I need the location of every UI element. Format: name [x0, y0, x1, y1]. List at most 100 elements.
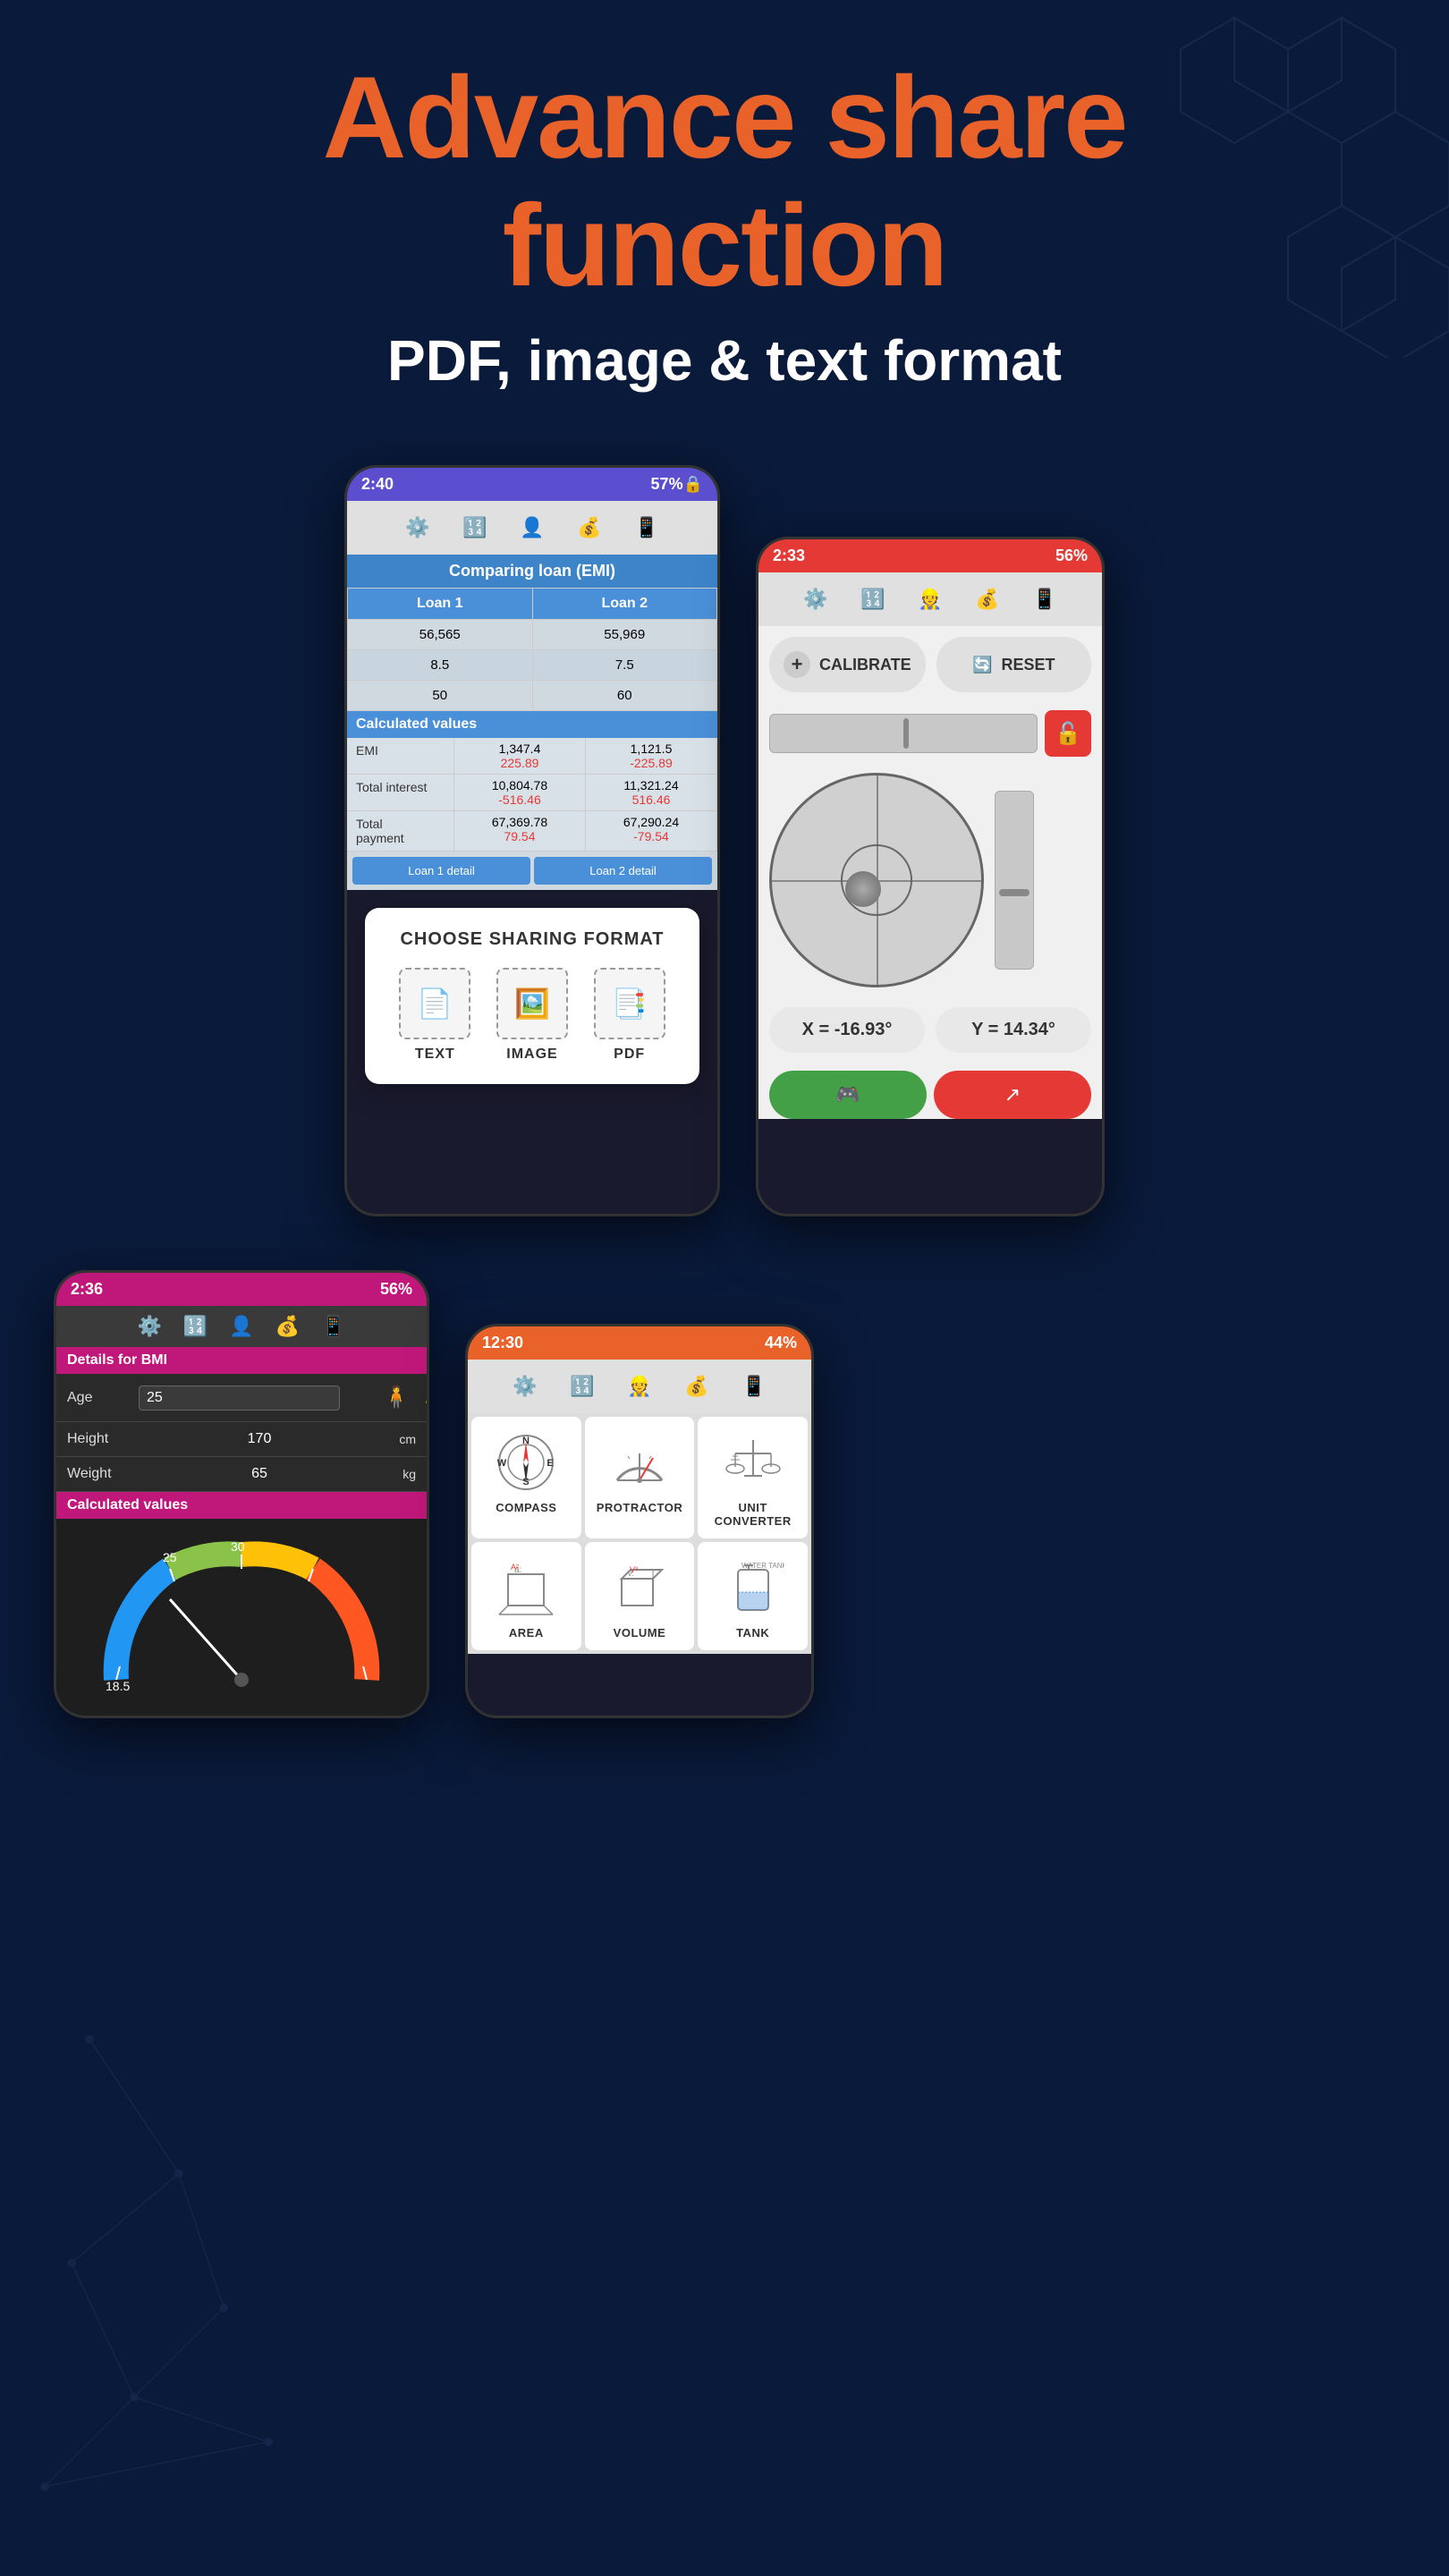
svg-text:V³: V³	[630, 1565, 638, 1574]
share-icon: ↗	[1004, 1083, 1021, 1106]
protractor-icon	[604, 1431, 675, 1494]
area-icon: a: A²	[490, 1556, 562, 1619]
person-icon-cal[interactable]: 👷	[912, 581, 948, 617]
weight-label: Weight	[67, 1466, 139, 1482]
phone-icon-tools[interactable]: 📱	[736, 1368, 772, 1404]
loan2-val1: 55,969	[532, 620, 717, 650]
share-action-button[interactable]: ↗	[934, 1071, 1091, 1119]
bmi-nav: ⚙️ 🔢 👤 💰 📱	[56, 1306, 427, 1347]
bag-icon-tools[interactable]: 💰	[679, 1368, 715, 1404]
person-icon-tools[interactable]: 👷	[622, 1368, 657, 1404]
interest-val2: 11,321.24 516.46	[586, 775, 717, 810]
gear-icon-bmi[interactable]: ⚙️	[137, 1315, 161, 1338]
person-icon-bmi[interactable]: 👤	[229, 1315, 253, 1338]
loan1-val3: 50	[348, 681, 533, 711]
height-label: Height	[67, 1431, 139, 1447]
phone-nav-emi: ⚙️ 🔢 👤 💰 📱	[347, 501, 717, 555]
person-silhouette: 🧍	[383, 1385, 410, 1411]
table-header-loan1: Loan 1	[348, 589, 533, 620]
age-label: Age	[67, 1390, 139, 1406]
weight-unit: kg	[380, 1467, 416, 1481]
game-icon: 🎮	[835, 1083, 860, 1106]
phone-icon-cal[interactable]: 📱	[1027, 581, 1063, 617]
time-bmi: 2:36	[71, 1280, 103, 1299]
share-option-image[interactable]: 🖼️ IMAGE	[496, 968, 568, 1063]
payment-val2: 67,290.24 -79.54	[586, 811, 717, 851]
gear-icon[interactable]: ⚙️	[400, 510, 436, 546]
game-button[interactable]: 🎮	[769, 1071, 927, 1119]
payment-label: Totalpayment	[347, 811, 454, 851]
calibrate-buttons: + CALIBRATE 🔄 RESET	[758, 626, 1102, 703]
table-row: 8.5 7.5	[348, 650, 717, 681]
share-dialog-title: CHOOSE SHARING FORMAT	[386, 929, 678, 950]
phone-nav-calibrate: ⚙️ 🔢 👷 💰 📱	[758, 572, 1102, 626]
bag-icon-cal[interactable]: 💰	[970, 581, 1005, 617]
table-row: 56,565 55,969	[348, 620, 717, 650]
vertical-level	[995, 791, 1034, 970]
compass-label: COMPASS	[496, 1501, 556, 1514]
reset-icon: 🔄	[972, 656, 992, 674]
calc-icon[interactable]: 🔢	[457, 510, 493, 546]
area-label: AREA	[509, 1626, 544, 1640]
share-options: 📄 TEXT 🖼️ IMAGE 📑 PDF	[386, 968, 678, 1063]
person-pink: 🧍‍♀️	[417, 1383, 429, 1412]
status-bar-emi: 2:40 57%🔒	[347, 468, 717, 501]
level-bar-container: 🔓	[758, 703, 1102, 764]
tools-nav: ⚙️ 🔢 👷 💰 📱	[468, 1360, 811, 1413]
sub-title: PDF, image & text format	[72, 327, 1377, 394]
calc-icon-bmi[interactable]: 🔢	[183, 1315, 208, 1338]
battery-calibrate: 56%	[1055, 547, 1088, 565]
emi-val2: 1,121.5 -225.89	[586, 738, 717, 774]
volume-icon: v: V³	[604, 1556, 675, 1619]
interest-val1: 10,804.78 -516.46	[454, 775, 586, 810]
calc-icon-tools[interactable]: 🔢	[564, 1368, 600, 1404]
tool-area[interactable]: a: A² AREA	[471, 1542, 581, 1650]
phone-icon-bmi[interactable]: 📱	[321, 1315, 345, 1338]
bag-icon[interactable]: 💰	[572, 510, 607, 546]
share-dialog: CHOOSE SHARING FORMAT 📄 TEXT 🖼️ IMAGE 📑 …	[365, 908, 699, 1084]
loan1-val1: 56,565	[348, 620, 533, 650]
xy-display: X = -16.93° Y = 14.34°	[758, 996, 1102, 1063]
calc-row-emi: EMI 1,347.4 225.89 1,121.5 -225.89	[347, 738, 717, 775]
protractor-label: PROTRACTOR	[597, 1501, 682, 1514]
age-input[interactable]	[139, 1385, 340, 1411]
bmi-details-header: Details for BMI	[56, 1347, 427, 1374]
lock-button[interactable]: 🔓	[1045, 710, 1091, 757]
share-option-pdf[interactable]: 📑 PDF	[594, 968, 665, 1063]
svg-text:18.5: 18.5	[106, 1679, 130, 1693]
calibrate-button[interactable]: + CALIBRATE	[769, 637, 926, 692]
loan2-detail-button[interactable]: Loan 2 detail	[534, 857, 712, 885]
phones-row-1: 2:40 57%🔒 ⚙️ 🔢 👤 💰 📱 Comparing loan (EMI…	[0, 429, 1449, 1252]
phone-icon[interactable]: 📱	[629, 510, 665, 546]
tool-compass[interactable]: N S W E COMPASS	[471, 1417, 581, 1538]
height-value: 170	[139, 1431, 380, 1447]
share-option-text[interactable]: 📄 TEXT	[399, 968, 470, 1063]
calibrate-screen: + CALIBRATE 🔄 RESET 🔓	[758, 626, 1102, 1119]
pdf-label: PDF	[614, 1046, 645, 1063]
bmi-weight-row: Weight 65 kg	[56, 1457, 427, 1492]
loan1-detail-button[interactable]: Loan 1 detail	[352, 857, 530, 885]
bmi-calc-header: Calculated values	[56, 1492, 427, 1519]
svg-text:W: W	[497, 1458, 507, 1469]
person-icon[interactable]: 👤	[514, 510, 550, 546]
time-tools: 12:30	[482, 1334, 523, 1352]
tool-volume[interactable]: v: V³ VOLUME	[585, 1542, 695, 1650]
bottom-action-bar: 🎮 ↗	[769, 1071, 1091, 1119]
loan1-val2: 8.5	[348, 650, 533, 681]
reset-button[interactable]: 🔄 RESET	[936, 637, 1091, 692]
tool-unit-converter[interactable]: UNIT CONVERTER	[698, 1417, 808, 1538]
tool-tank[interactable]: WATER TANK TANK	[698, 1542, 808, 1650]
pdf-icon: 📑	[594, 968, 665, 1039]
phone-calibrate: 2:33 56% ⚙️ 🔢 👷 💰 📱 + CALIBRATE 🔄 RESET	[756, 537, 1105, 1216]
emi-label: EMI	[347, 738, 454, 774]
tool-protractor[interactable]: PROTRACTOR	[585, 1417, 695, 1538]
calc-icon-cal[interactable]: 🔢	[855, 581, 891, 617]
svg-text:25: 25	[163, 1550, 177, 1564]
gear-icon-tools[interactable]: ⚙️	[507, 1368, 543, 1404]
svg-text:E: E	[547, 1458, 554, 1469]
unit-converter-label: UNIT CONVERTER	[705, 1501, 801, 1528]
bag-icon-bmi[interactable]: 💰	[275, 1315, 300, 1338]
gear-icon-cal[interactable]: ⚙️	[798, 581, 834, 617]
status-bar-calibrate: 2:33 56%	[758, 539, 1102, 572]
status-bar-bmi: 2:36 56%	[56, 1273, 427, 1306]
